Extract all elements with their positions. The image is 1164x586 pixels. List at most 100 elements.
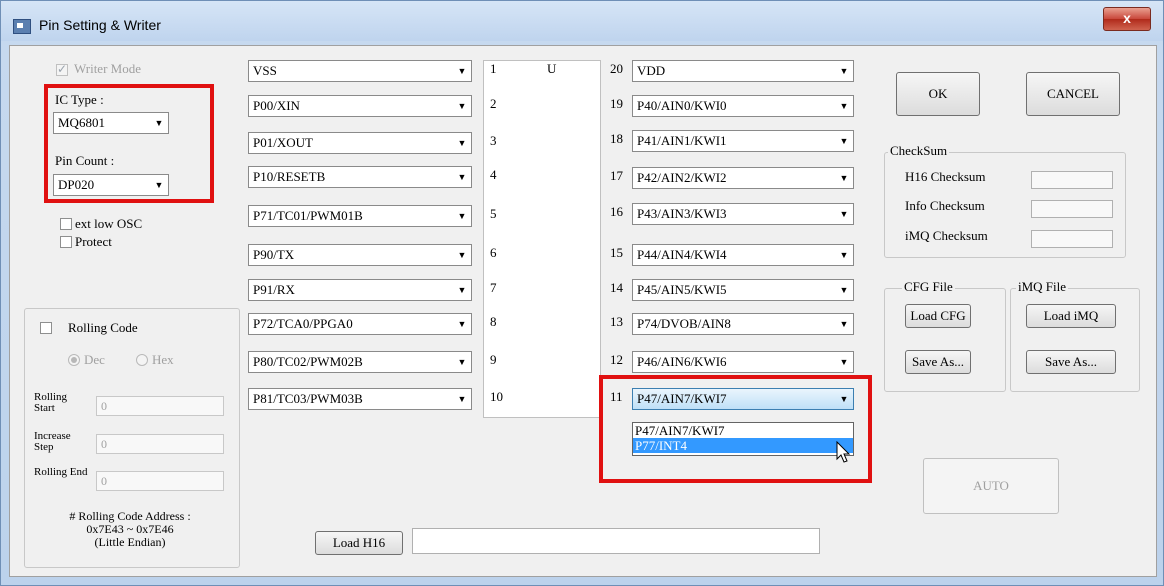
- h16-checksum-label: H16 Checksum: [905, 169, 986, 184]
- pin-value: P74/DVOB/AIN8: [637, 316, 731, 331]
- chevron-down-icon: ▼: [457, 357, 467, 367]
- right-pin-14-select[interactable]: P45/AIN5/KWI5 ▼: [632, 279, 854, 301]
- pin-value: P91/RX: [253, 282, 295, 297]
- chip-outline: [483, 60, 601, 418]
- pin-value: P44/AIN4/KWI4: [637, 247, 727, 262]
- rolling-start-input[interactable]: 0: [96, 396, 224, 416]
- dialog-client-area: ✓ Writer Mode IC Type : MQ6801 ▼ Pin Cou…: [9, 45, 1157, 577]
- right-pin-16-select[interactable]: P43/AIN3/KWI3 ▼: [632, 203, 854, 225]
- pin-value: P45/AIN5/KWI5: [637, 282, 727, 297]
- pin-number: 16: [610, 204, 623, 219]
- chevron-down-icon: ▼: [457, 138, 467, 148]
- left-pin-3-select[interactable]: P01/XOUT ▼: [248, 132, 472, 154]
- window-title: Pin Setting & Writer: [39, 17, 161, 33]
- left-pin-9-select[interactable]: P80/TC02/PWM02B ▼: [248, 351, 472, 373]
- right-pin-19-select[interactable]: P40/AIN0/KWI0 ▼: [632, 95, 854, 117]
- pin-value: P90/TX: [253, 247, 295, 262]
- pin-number: 11: [610, 389, 623, 404]
- cancel-button[interactable]: CANCEL: [1026, 72, 1120, 116]
- close-button[interactable]: x: [1103, 7, 1151, 31]
- writer-mode-checkbox[interactable]: ✓: [56, 62, 68, 76]
- left-pin-2-select[interactable]: P00/XIN ▼: [248, 95, 472, 117]
- left-pin-6-select[interactable]: P90/TX ▼: [248, 244, 472, 266]
- rolling-start-label: Rolling Start: [34, 391, 68, 414]
- address-line-3: (Little Endian): [94, 535, 166, 549]
- right-pin-15-select[interactable]: P44/AIN4/KWI4 ▼: [632, 244, 854, 266]
- left-pin-4-select[interactable]: P10/RESETB ▼: [248, 166, 472, 188]
- pin-number: 9: [490, 352, 497, 367]
- dec-radio[interactable]: [68, 354, 80, 366]
- chevron-down-icon: ▼: [839, 136, 849, 146]
- pin-value: P10/RESETB: [253, 169, 326, 184]
- load-imq-button[interactable]: Load iMQ: [1026, 304, 1116, 328]
- auto-button[interactable]: AUTO: [923, 458, 1059, 514]
- h16-checksum-field: [1031, 171, 1113, 189]
- pin-number: 19: [610, 96, 623, 111]
- pin11-option-1[interactable]: P77/INT4: [633, 438, 853, 453]
- right-pin-17-select[interactable]: P42/AIN2/KWI2 ▼: [632, 167, 854, 189]
- chip-marker: U: [547, 61, 557, 76]
- chevron-down-icon: ▼: [457, 319, 467, 329]
- load-cfg-button[interactable]: Load CFG: [905, 304, 971, 328]
- chevron-down-icon: ▼: [457, 172, 467, 182]
- left-pin-5-select[interactable]: P71/TC01/PWM01B ▼: [248, 205, 472, 227]
- dec-label: Dec: [84, 352, 105, 367]
- pin-number: 15: [610, 245, 623, 260]
- chevron-down-icon: ▼: [457, 285, 467, 295]
- highlight-box-ic-settings: [44, 84, 214, 203]
- pin-number: 1: [490, 61, 497, 76]
- right-pin-13-select[interactable]: P74/DVOB/AIN8 ▼: [632, 313, 854, 335]
- writer-mode-label: Writer Mode: [74, 61, 141, 76]
- protect-checkbox[interactable]: [60, 236, 72, 248]
- chevron-down-icon: ▼: [839, 357, 849, 367]
- pin-value: P41/AIN1/KWI1: [637, 133, 727, 148]
- pin-value: P00/XIN: [253, 98, 300, 113]
- pin-value: P72/TCA0/PPGA0: [253, 316, 353, 331]
- pin-number: 10: [490, 389, 503, 404]
- increase-step-input[interactable]: 0: [96, 434, 224, 454]
- hex-radio[interactable]: [136, 354, 148, 366]
- imq-checksum-label: iMQ Checksum: [905, 228, 988, 243]
- mouse-cursor-icon: [836, 441, 851, 463]
- pin-number: 20: [610, 61, 623, 76]
- pin-number: 7: [490, 280, 497, 295]
- pin-number: 6: [490, 245, 497, 260]
- pin-number: 3: [490, 133, 497, 148]
- chevron-down-icon: ▼: [839, 66, 849, 76]
- chevron-down-icon: ▼: [457, 394, 467, 404]
- right-pin-12-select[interactable]: P46/AIN6/KWI6 ▼: [632, 351, 854, 373]
- checkmark-icon: ✓: [57, 62, 68, 76]
- pin-number: 2: [490, 96, 497, 111]
- pin-value: P80/TC02/PWM02B: [253, 354, 363, 369]
- right-pin-20-select[interactable]: VDD ▼: [632, 60, 854, 82]
- rolling-code-label: Rolling Code: [68, 320, 138, 335]
- chevron-down-icon: ▼: [457, 211, 467, 221]
- cfg-save-as-button[interactable]: Save As...: [905, 350, 971, 374]
- right-pin-18-select[interactable]: P41/AIN1/KWI1 ▼: [632, 130, 854, 152]
- cfg-file-title: CFG File: [902, 279, 955, 295]
- chevron-down-icon: ▼: [457, 250, 467, 260]
- left-pin-1-select[interactable]: VSS ▼: [248, 60, 472, 82]
- pin-value: P01/XOUT: [253, 135, 313, 150]
- chevron-down-icon: ▼: [839, 394, 849, 404]
- left-pin-7-select[interactable]: P91/RX ▼: [248, 279, 472, 301]
- pin-value: P71/TC01/PWM01B: [253, 208, 363, 223]
- h16-file-path-field[interactable]: [412, 528, 820, 554]
- ext-low-osc-checkbox[interactable]: [60, 218, 72, 230]
- chevron-down-icon: ▼: [839, 285, 849, 295]
- pin11-dropdown-list: P47/AIN7/KWI7 P77/INT4: [632, 422, 854, 456]
- pin11-option-0[interactable]: P47/AIN7/KWI7: [633, 423, 853, 438]
- imq-save-as-button[interactable]: Save As...: [1026, 350, 1116, 374]
- right-pin-11-select[interactable]: P47/AIN7/KWI7 ▼: [632, 388, 854, 410]
- left-pin-10-select[interactable]: P81/TC03/PWM03B ▼: [248, 388, 472, 410]
- load-h16-button[interactable]: Load H16: [315, 531, 403, 555]
- rolling-code-checkbox[interactable]: [40, 322, 52, 334]
- app-icon: [13, 19, 31, 34]
- chevron-down-icon: ▼: [457, 101, 467, 111]
- ok-button[interactable]: OK: [896, 72, 980, 116]
- left-pin-8-select[interactable]: P72/TCA0/PPGA0 ▼: [248, 313, 472, 335]
- rolling-address-note: # Rolling Code Address : 0x7E43 ~ 0x7E46…: [30, 510, 230, 549]
- rolling-end-input[interactable]: 0: [96, 471, 224, 491]
- checksum-title: CheckSum: [888, 143, 950, 159]
- chevron-down-icon: ▼: [839, 250, 849, 260]
